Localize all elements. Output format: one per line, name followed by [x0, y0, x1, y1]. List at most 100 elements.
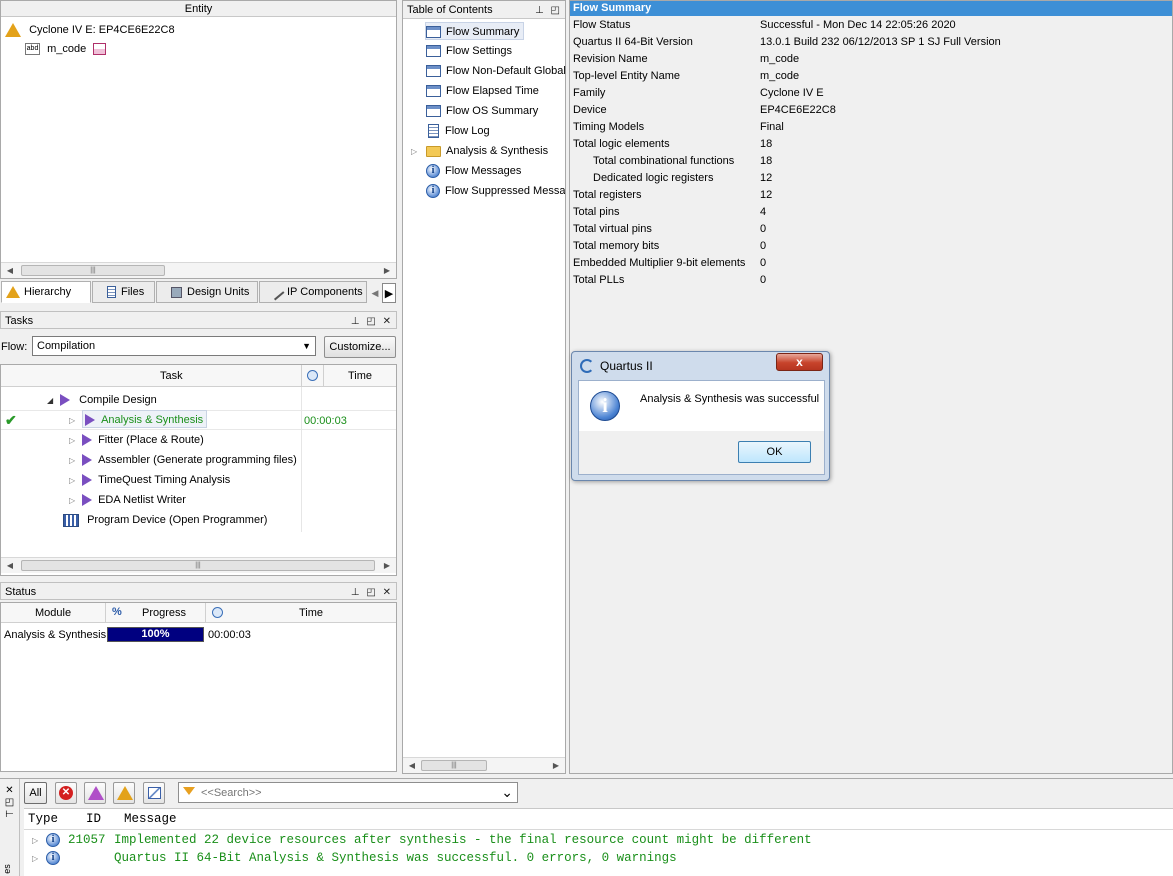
task-row-program-device[interactable]: Program Device (Open Programmer) [63, 510, 267, 530]
info-icon: i [46, 850, 60, 865]
flow-summary-value: Cyclone IV E [760, 87, 824, 99]
expand-triangle-icon[interactable]: ▷ [69, 491, 79, 511]
filter-warning-button[interactable] [113, 782, 135, 804]
dialog-close-button[interactable]: x [776, 353, 823, 371]
expand-triangle-icon[interactable]: ◢ [47, 391, 57, 411]
flow-summary-key: Total virtual pins [573, 223, 652, 235]
flow-summary-value: 12 [760, 172, 773, 184]
checkmark-icon: ✔ [5, 412, 17, 428]
filter-critical-warning-button[interactable] [84, 782, 106, 804]
play-icon [60, 394, 71, 407]
task-row-fitter[interactable]: ▷ Fitter (Place & Route) [69, 430, 204, 450]
col-percent-header[interactable]: % [112, 606, 122, 618]
quartus-logo-icon [580, 359, 594, 373]
entity-column-header[interactable]: Entity [1, 1, 396, 17]
toc-title: Table of Contents [407, 4, 493, 16]
customize-button[interactable]: Customize... [324, 336, 396, 358]
tab-ip-components[interactable]: IP Components [259, 281, 367, 303]
col-time-header[interactable]: Time [348, 370, 372, 382]
scroll-right-icon[interactable]: ▶ [380, 558, 394, 573]
play-icon [82, 454, 93, 467]
analysis-synthesis-box: Analysis & Synthesis [82, 410, 208, 428]
message-search-box[interactable]: ⌄ [178, 782, 518, 803]
flow-select[interactable]: Compilation ▼ [32, 336, 316, 356]
toc-item-flow-settings[interactable]: Flow Settings [426, 41, 512, 61]
col-task-header[interactable]: Task [160, 370, 183, 382]
close-icon: x [796, 355, 803, 369]
task-row-assembler[interactable]: ▷ Assembler (Generate programming files) [69, 450, 297, 470]
scroll-thumb[interactable]: ||| [421, 760, 487, 771]
expand-triangle-icon[interactable]: ▷ [32, 851, 46, 869]
scroll-left-icon[interactable]: ◀ [3, 558, 17, 573]
col-message-header[interactable]: Message [124, 809, 177, 830]
col-time-header[interactable]: Time [299, 607, 323, 619]
col-type-header[interactable]: Type [28, 809, 58, 830]
toc-item-flow-non-default[interactable]: Flow Non-Default Global [426, 61, 566, 81]
message-row[interactable]: ▷ i 21057 Implemented 22 device resources a… [28, 831, 812, 849]
toc-hscrollbar[interactable]: ◀ ||| ▶ [403, 757, 565, 773]
toc-item-flow-elapsed-time[interactable]: Flow Elapsed Time [426, 81, 539, 101]
scroll-left-icon[interactable]: ◀ [3, 263, 17, 278]
toc-item-flow-summary[interactable]: Flow Summary [425, 22, 525, 40]
dock-buttons[interactable]: ⊥ ◰ ✕ [351, 313, 393, 331]
ok-button[interactable]: OK [738, 441, 811, 463]
toc-item-flow-suppressed[interactable]: i Flow Suppressed Messag [426, 181, 565, 201]
task-row-compile-design[interactable]: ◢ Compile Design [47, 390, 157, 410]
toc-item-flow-messages[interactable]: i Flow Messages [426, 161, 521, 181]
tab-scroll-left-icon[interactable]: ◀ [368, 283, 382, 303]
scroll-right-icon[interactable]: ▶ [549, 758, 563, 773]
flow-summary-value: 0 [760, 223, 767, 235]
entity-node[interactable]: abd m_code [25, 39, 107, 59]
device-node[interactable]: Cyclone IV E: EP4CE6E22C8 [5, 20, 175, 40]
flow-summary-value: 0 [760, 274, 767, 286]
message-row[interactable]: ▷ i Quartus II 64-Bit Analysis & Synthesis… [28, 849, 677, 867]
chevron-down-icon[interactable]: ⌄ [501, 783, 513, 802]
scroll-thumb[interactable]: ||| [21, 265, 165, 276]
toc-item-analysis-synthesis[interactable]: ▷ Analysis & Synthesis [411, 141, 548, 161]
status-header: Status ⊥ ◰ ✕ [0, 582, 397, 600]
status-title: Status [5, 586, 37, 598]
expand-triangle-icon[interactable]: ▷ [69, 451, 79, 471]
task-row-analysis-synthesis[interactable]: ▷ Analysis & Synthesis [69, 410, 208, 431]
expand-triangle-icon[interactable]: ▷ [69, 431, 79, 451]
error-icon: ✕ [59, 786, 73, 800]
scroll-right-icon[interactable]: ▶ [380, 263, 394, 278]
chevron-down-icon: ▼ [302, 341, 311, 351]
tasks-hscrollbar[interactable]: ◀ ||| ▶ [1, 557, 396, 573]
tab-scroll-right-icon[interactable]: ▶ [382, 283, 396, 303]
filter-suppress-button[interactable] [143, 782, 165, 804]
status-panel: Status ⊥ ◰ ✕ Module % Progress Time Anal… [0, 582, 397, 772]
dock-buttons[interactable]: ⊥ ◰ [535, 2, 562, 20]
filter-error-button[interactable]: ✕ [55, 782, 77, 804]
hierarchy-hscrollbar[interactable]: ◀ ||| ▶ [1, 262, 396, 278]
col-progress-header[interactable]: Progress [142, 607, 186, 619]
tab-files[interactable]: Files [92, 281, 155, 303]
float-icon[interactable]: ◰ [0, 797, 19, 809]
tab-design-units[interactable]: Design Units [156, 281, 258, 303]
tasks-header: Tasks ⊥ ◰ ✕ [0, 311, 397, 329]
dock-buttons[interactable]: ⊥ ◰ ✕ [351, 584, 393, 602]
progress-text: 100% [141, 628, 170, 640]
flow-summary-value: 12 [760, 189, 773, 201]
task-row-timequest[interactable]: ▷ TimeQuest Timing Analysis [69, 470, 230, 490]
flow-summary-key: Embedded Multiplier 9-bit elements [573, 257, 746, 269]
tab-hierarchy[interactable]: Hierarchy [1, 281, 91, 303]
filter-all-button[interactable]: All [24, 782, 47, 804]
play-icon [82, 474, 93, 487]
expand-triangle-icon[interactable]: ▷ [69, 471, 79, 491]
scroll-left-icon[interactable]: ◀ [405, 758, 419, 773]
info-icon: i [426, 164, 440, 179]
header-divider [205, 603, 206, 623]
col-id-header[interactable]: ID [86, 809, 101, 830]
close-icon[interactable]: ✕ [0, 785, 19, 797]
toc-item-flow-os-summary[interactable]: Flow OS Summary [426, 101, 538, 121]
scroll-thumb[interactable]: ||| [21, 560, 375, 571]
expand-triangle-icon[interactable]: ▷ [411, 142, 426, 162]
pin-icon[interactable]: ⊢ [0, 809, 19, 821]
col-module-header[interactable]: Module [35, 607, 71, 619]
message-search-input[interactable] [201, 785, 491, 800]
table-icon [426, 105, 441, 118]
task-row-eda-netlist[interactable]: ▷ EDA Netlist Writer [69, 490, 186, 510]
expand-triangle-icon[interactable]: ▷ [69, 411, 79, 431]
toc-item-flow-log[interactable]: Flow Log [426, 121, 490, 141]
